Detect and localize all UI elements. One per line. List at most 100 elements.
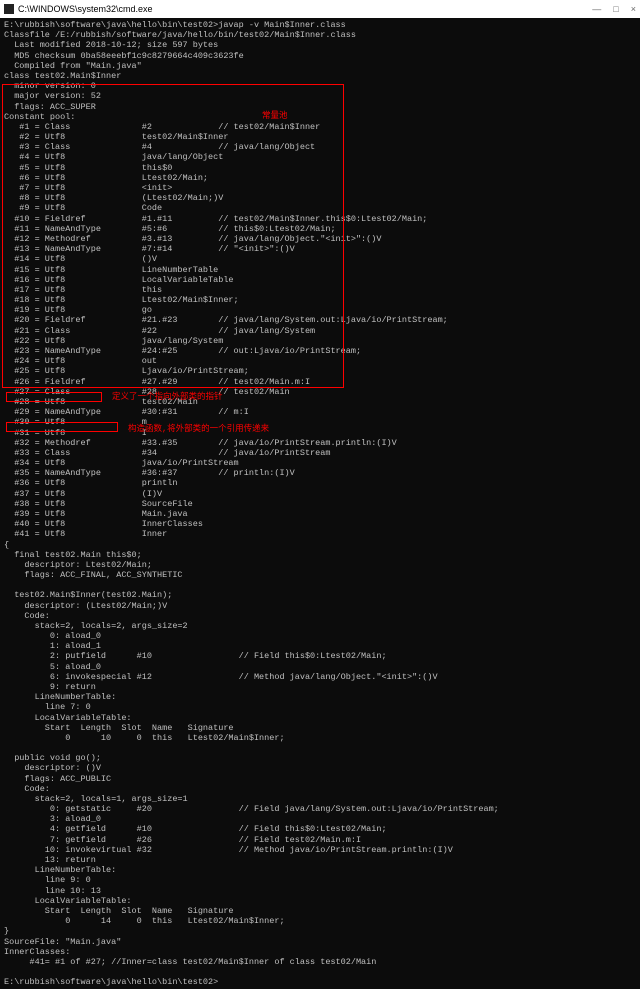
terminal-line: #32 = Methodref #33.#35 // java/io/Print… xyxy=(4,438,636,448)
terminal-line: 13: return xyxy=(4,855,636,865)
terminal-line: #38 = Utf8 SourceFile xyxy=(4,499,636,509)
terminal-line xyxy=(4,743,636,753)
terminal-line: #16 = Utf8 LocalVariableTable xyxy=(4,275,636,285)
terminal-line: #33 = Class #34 // java/io/PrintStream xyxy=(4,448,636,458)
terminal-line: #15 = Utf8 LineNumberTable xyxy=(4,265,636,275)
terminal-line: E:\rubbish\software\java\hello\bin\test0… xyxy=(4,977,636,987)
terminal-line: 3: aload_0 xyxy=(4,814,636,824)
terminal-line: #23 = NameAndType #24:#25 // out:Ljava/i… xyxy=(4,346,636,356)
terminal-line: Code: xyxy=(4,784,636,794)
terminal-line: #22 = Utf8 java/lang/System xyxy=(4,336,636,346)
terminal-line: #5 = Utf8 this$0 xyxy=(4,163,636,173)
terminal-line: #20 = Fieldref #21.#23 // java/lang/Syst… xyxy=(4,315,636,325)
terminal-line xyxy=(4,967,636,977)
terminal-line: 5: aload_0 xyxy=(4,662,636,672)
terminal-line: flags: ACC_SUPER xyxy=(4,102,636,112)
terminal-line: stack=2, locals=2, args_size=2 xyxy=(4,621,636,631)
terminal-line: #37 = Utf8 (I)V xyxy=(4,489,636,499)
terminal-line: Start Length Slot Name Signature xyxy=(4,723,636,733)
terminal-line: #6 = Utf8 Ltest02/Main; xyxy=(4,173,636,183)
terminal-line: #36 = Utf8 println xyxy=(4,478,636,488)
terminal-line: LocalVariableTable: xyxy=(4,896,636,906)
terminal-line: 6: invokespecial #12 // Method java/lang… xyxy=(4,672,636,682)
terminal-line: minor version: 0 xyxy=(4,81,636,91)
terminal-line: Constant pool: xyxy=(4,112,636,122)
terminal-line: Compiled from "Main.java" xyxy=(4,61,636,71)
terminal-line: #10 = Fieldref #1.#11 // test02/Main$Inn… xyxy=(4,214,636,224)
annotation-label-constant-pool: 常量池 xyxy=(262,111,288,121)
terminal-line: #31 = Utf8 I xyxy=(4,428,636,438)
terminal-line: #29 = NameAndType #30:#31 // m:I xyxy=(4,407,636,417)
terminal-line: #4 = Utf8 java/lang/Object xyxy=(4,152,636,162)
terminal-line: #27 = Class #28 // test02/Main xyxy=(4,387,636,397)
terminal-line: line 10: 13 xyxy=(4,886,636,896)
terminal-line: descriptor: Ltest02/Main; xyxy=(4,560,636,570)
terminal-line: #17 = Utf8 this xyxy=(4,285,636,295)
terminal-line: #24 = Utf8 out xyxy=(4,356,636,366)
terminal-line: InnerClasses: xyxy=(4,947,636,957)
cmd-icon xyxy=(4,4,14,14)
terminal-line: major version: 52 xyxy=(4,91,636,101)
terminal-line: SourceFile: "Main.java" xyxy=(4,937,636,947)
terminal-line: 2: putfield #10 // Field this$0:Ltest02/… xyxy=(4,651,636,661)
terminal-line: Code: xyxy=(4,611,636,621)
terminal-line: #13 = NameAndType #7:#14 // "<init>":()V xyxy=(4,244,636,254)
terminal-line: #40 = Utf8 InnerClasses xyxy=(4,519,636,529)
terminal-line: #14 = Utf8 ()V xyxy=(4,254,636,264)
terminal-line: Last modified 2018-10-12; size 597 bytes xyxy=(4,40,636,50)
terminal-line: 0 10 0 this Ltest02/Main$Inner; xyxy=(4,733,636,743)
terminal-line: } xyxy=(4,926,636,936)
terminal-line: 0: aload_0 xyxy=(4,631,636,641)
terminal-line: #25 = Utf8 Ljava/io/PrintStream; xyxy=(4,366,636,376)
terminal-line: #26 = Fieldref #27.#29 // test02/Main.m:… xyxy=(4,377,636,387)
terminal-line: stack=2, locals=1, args_size=1 xyxy=(4,794,636,804)
terminal-line: #41= #1 of #27; //Inner=class test02/Mai… xyxy=(4,957,636,967)
terminal-line: #30 = Utf8 m xyxy=(4,417,636,427)
terminal-line: class test02.Main$Inner xyxy=(4,71,636,81)
terminal-line: flags: ACC_PUBLIC xyxy=(4,774,636,784)
terminal-line: #3 = Class #4 // java/lang/Object xyxy=(4,142,636,152)
titlebar: C:\WINDOWS\system32\cmd.exe — □ × xyxy=(0,0,640,18)
terminal-line: #35 = NameAndType #36:#37 // println:(I)… xyxy=(4,468,636,478)
annotation-label-constructor: 构造函数,将外部类的一个引用传递来 xyxy=(128,424,269,434)
terminal-line: 9: return xyxy=(4,682,636,692)
terminal-line: #39 = Utf8 Main.java xyxy=(4,509,636,519)
terminal-line: #28 = Utf8 test02/Main xyxy=(4,397,636,407)
maximize-button[interactable]: □ xyxy=(613,4,618,15)
terminal-line: 7: getfield #26 // Field test02/Main.m:I xyxy=(4,835,636,845)
terminal-line: #19 = Utf8 go xyxy=(4,305,636,315)
window-title: C:\WINDOWS\system32\cmd.exe xyxy=(18,4,592,15)
terminal-line: #11 = NameAndType #5:#6 // this$0:Ltest0… xyxy=(4,224,636,234)
terminal-line: LineNumberTable: xyxy=(4,865,636,875)
terminal-line: #12 = Methodref #3.#13 // java/lang/Obje… xyxy=(4,234,636,244)
terminal-line: #2 = Utf8 test02/Main$Inner xyxy=(4,132,636,142)
terminal-line: public void go(); xyxy=(4,753,636,763)
terminal-line: descriptor: ()V xyxy=(4,763,636,773)
minimize-button[interactable]: — xyxy=(592,4,601,15)
terminal-line: #7 = Utf8 <init> xyxy=(4,183,636,193)
terminal-line: #21 = Class #22 // java/lang/System xyxy=(4,326,636,336)
terminal-line: 0 14 0 this Ltest02/Main$Inner; xyxy=(4,916,636,926)
terminal-line xyxy=(4,580,636,590)
terminal-line: 1: aload_1 xyxy=(4,641,636,651)
terminal-line: LineNumberTable: xyxy=(4,692,636,702)
terminal-line: #41 = Utf8 Inner xyxy=(4,529,636,539)
terminal-output[interactable]: E:\rubbish\software\java\hello\bin\test0… xyxy=(0,18,640,989)
terminal-line: flags: ACC_FINAL, ACC_SYNTHETIC xyxy=(4,570,636,580)
terminal-line: test02.Main$Inner(test02.Main); xyxy=(4,590,636,600)
terminal-line: 4: getfield #10 // Field this$0:Ltest02/… xyxy=(4,824,636,834)
terminal-line: Classfile /E:/rubbish/software/java/hell… xyxy=(4,30,636,40)
terminal-line: 10: invokevirtual #32 // Method java/io/… xyxy=(4,845,636,855)
close-button[interactable]: × xyxy=(631,4,636,15)
terminal-line: E:\rubbish\software\java\hello\bin\test0… xyxy=(4,20,636,30)
terminal-line: final test02.Main this$0; xyxy=(4,550,636,560)
terminal-line: line 9: 0 xyxy=(4,875,636,885)
terminal-line: LocalVariableTable: xyxy=(4,713,636,723)
terminal-line: { xyxy=(4,540,636,550)
terminal-line: descriptor: (Ltest02/Main;)V xyxy=(4,601,636,611)
terminal-line: #9 = Utf8 Code xyxy=(4,203,636,213)
terminal-line: #8 = Utf8 (Ltest02/Main;)V xyxy=(4,193,636,203)
terminal-line: line 7: 0 xyxy=(4,702,636,712)
annotation-label-field: 定义了一个指向外部类的指针 xyxy=(112,392,223,402)
terminal-line: #1 = Class #2 // test02/Main$Inner xyxy=(4,122,636,132)
